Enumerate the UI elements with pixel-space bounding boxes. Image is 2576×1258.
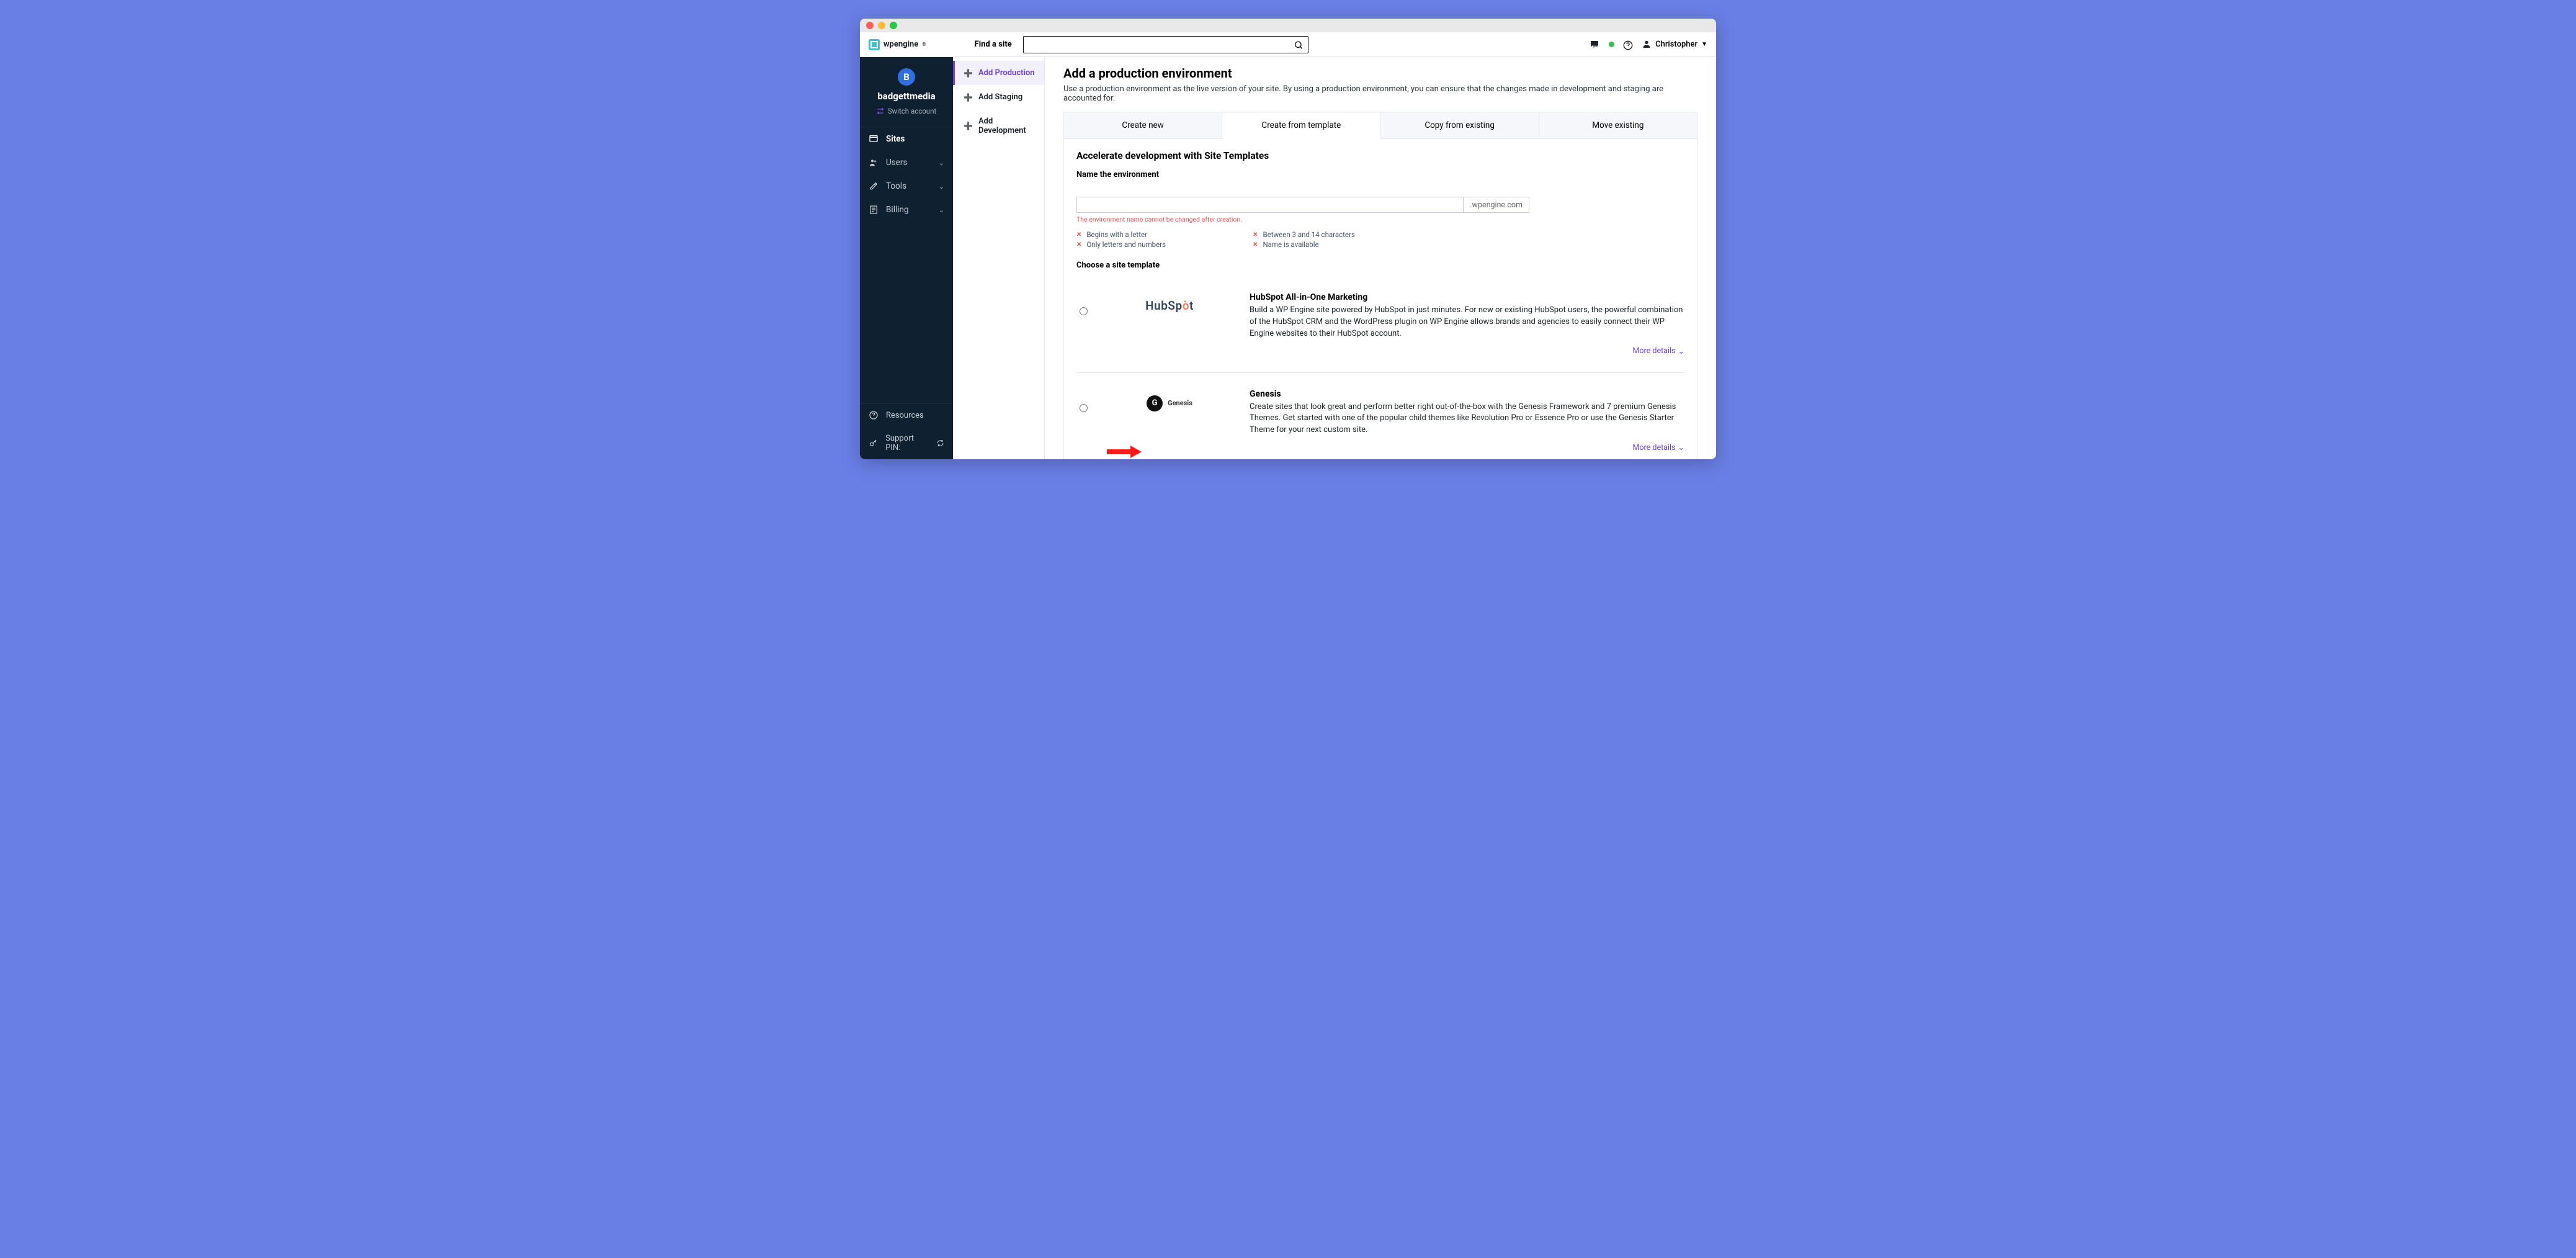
avatar-icon <box>1642 39 1652 49</box>
sites-icon <box>869 134 879 144</box>
template-logo-genesis: GGenesis <box>1104 389 1235 411</box>
env-name-note: The environment name cannot be changed a… <box>1076 215 1684 223</box>
template-logo-hubspot: HubSpòt <box>1104 292 1235 313</box>
chevron-down-icon: ⌄ <box>1678 443 1684 452</box>
search-icon[interactable] <box>1294 38 1304 50</box>
name-env-label: Name the environment <box>1076 170 1684 179</box>
template-name: HubSpot All-in-One Marketing <box>1250 292 1684 302</box>
x-icon: ✕ <box>1253 241 1258 248</box>
x-icon: ✕ <box>1253 231 1258 238</box>
status-indicator-icon <box>1609 42 1614 47</box>
topbar: wpengine® Find a site Christopher ▼ <box>860 32 1716 57</box>
template-name: Genesis <box>1250 389 1684 399</box>
chevron-down-icon: ⌄ <box>939 182 944 191</box>
x-icon: ✕ <box>1076 231 1081 238</box>
org-block: B badgettmedia Switch account <box>860 63 953 123</box>
help-icon[interactable] <box>1623 38 1633 50</box>
refresh-icon[interactable] <box>936 439 944 447</box>
switch-account[interactable]: Switch account <box>862 107 950 115</box>
validation-rules: ✕Begins with a letter ✕Only letters and … <box>1076 230 1684 249</box>
template-radio[interactable] <box>1080 307 1088 315</box>
nav-resources[interactable]: Resources <box>860 403 953 427</box>
find-site-label: Find a site <box>975 40 1012 49</box>
help-icon <box>869 410 879 420</box>
window-minimize-button[interactable] <box>878 22 885 29</box>
tab-create-new[interactable]: Create new <box>1063 112 1222 139</box>
chevron-down-icon: ⌄ <box>1678 346 1684 356</box>
sidebar: B badgettmedia Switch account Sites User… <box>860 57 953 459</box>
window-close-button[interactable] <box>866 22 874 29</box>
org-avatar[interactable]: B <box>898 68 915 86</box>
nav-billing[interactable]: Billing ⌄ <box>860 198 953 222</box>
panel-title: Accelerate development with Site Templat… <box>1076 150 1684 161</box>
key-icon <box>869 438 878 448</box>
window-titlebar <box>860 19 1716 32</box>
template-option-hubspot[interactable]: HubSpòt HubSpot All-in-One Marketing Bui… <box>1076 276 1684 373</box>
creation-tabs: Create new Create from template Copy fro… <box>1063 112 1697 139</box>
billing-icon <box>869 205 879 215</box>
chat-icon[interactable] <box>1589 38 1600 51</box>
env-name-row: .wpengine.com <box>1076 197 1529 213</box>
rule-item: ✕Only letters and numbers <box>1076 240 1166 249</box>
chevron-down-icon: ⌄ <box>939 159 944 167</box>
environment-subnav: ➕ Add Production ➕ Add Staging ➕ Add Dev… <box>953 57 1045 459</box>
choose-template-label: Choose a site template <box>1076 261 1684 270</box>
page-description: Use a production environment as the live… <box>1063 84 1697 103</box>
template-option-genesis[interactable]: GGenesis Genesis Create sites that look … <box>1076 373 1684 459</box>
subnav-add-staging[interactable]: ➕ Add Staging <box>953 85 1044 109</box>
template-panel: Accelerate development with Site Templat… <box>1063 139 1697 459</box>
tools-icon <box>869 181 879 191</box>
nav-tools[interactable]: Tools ⌄ <box>860 174 953 198</box>
chevron-down-icon: ▼ <box>1701 41 1707 48</box>
window-maximize-button[interactable] <box>890 22 897 29</box>
chevron-down-icon: ⌄ <box>939 206 944 214</box>
user-menu[interactable]: Christopher ▼ <box>1642 39 1707 49</box>
nav-support-pin[interactable]: Support PIN: <box>860 427 953 459</box>
users-icon <box>869 158 879 168</box>
rule-item: ✕Between 3 and 14 characters <box>1253 230 1355 240</box>
app-window: wpengine® Find a site Christopher ▼ <box>860 19 1716 459</box>
brand-icon <box>869 39 880 50</box>
template-description: Create sites that look great and perform… <box>1250 402 1684 437</box>
switch-icon <box>877 107 884 115</box>
nav-sites[interactable]: Sites <box>860 127 953 151</box>
brand-logo[interactable]: wpengine® <box>869 39 926 50</box>
main-content: Add a production environment Use a produ… <box>1045 57 1716 459</box>
rule-item: ✕Name is available <box>1253 240 1355 249</box>
domain-suffix: .wpengine.com <box>1463 197 1529 213</box>
more-details-link[interactable]: More details ⌄ <box>1633 443 1684 452</box>
topbar-right: Christopher ▼ <box>1589 38 1707 51</box>
plus-icon: ➕ <box>964 122 972 130</box>
env-name-input[interactable] <box>1076 197 1463 213</box>
template-radio[interactable] <box>1080 404 1088 412</box>
tab-move-existing[interactable]: Move existing <box>1539 112 1697 139</box>
plus-icon: ➕ <box>964 93 972 102</box>
subnav-add-production[interactable]: ➕ Add Production <box>953 61 1044 85</box>
tab-copy-existing[interactable]: Copy from existing <box>1381 112 1539 139</box>
rule-item: ✕Begins with a letter <box>1076 230 1166 240</box>
search-input[interactable] <box>1023 36 1308 53</box>
page-title: Add a production environment <box>1063 66 1697 81</box>
nav-users[interactable]: Users ⌄ <box>860 151 953 174</box>
nav-footer: Resources Support PIN: <box>860 403 953 459</box>
subnav-add-development[interactable]: ➕ Add Development <box>953 109 1044 143</box>
main-nav: Sites Users ⌄ Tools ⌄ Billing ⌄ <box>860 127 953 222</box>
x-icon: ✕ <box>1076 241 1081 248</box>
tab-create-from-template[interactable]: Create from template <box>1222 112 1380 139</box>
brand-name: wpengine <box>883 40 918 49</box>
body: B badgettmedia Switch account Sites User… <box>860 57 1716 459</box>
template-description: Build a WP Engine site powered by HubSpo… <box>1250 305 1684 340</box>
plus-icon: ➕ <box>964 69 972 78</box>
org-name: badgettmedia <box>862 91 950 102</box>
site-search <box>1023 36 1308 53</box>
user-name: Christopher <box>1655 40 1697 49</box>
more-details-link[interactable]: More details ⌄ <box>1633 346 1684 356</box>
